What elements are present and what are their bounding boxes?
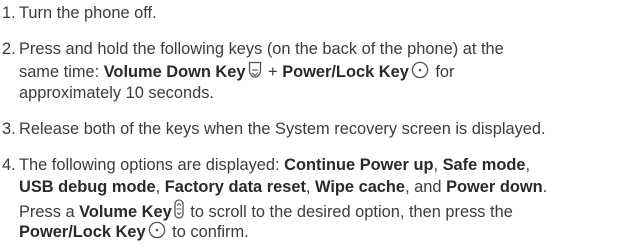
step-text: , and (405, 178, 447, 196)
power-lock-key-icon (411, 61, 429, 79)
step-text-line: Power/Lock Key to confirm. (19, 221, 249, 241)
step-text-line: Press a Volume Key to scroll to the desi… (19, 199, 513, 221)
volume-key-icon (174, 199, 184, 219)
step-text: same time: (19, 63, 104, 81)
step-text: , (155, 178, 165, 196)
step-text: Turn the phone off. (19, 4, 157, 22)
step-text: to scroll to the desired option, then pr… (185, 203, 513, 221)
option-label: Safe mode (442, 156, 526, 174)
step-number: 4. (2, 156, 16, 174)
step-text: , (433, 156, 443, 174)
step-text-line: Press and hold the following keys (on th… (19, 40, 504, 58)
step-number: 3. (2, 120, 16, 138)
step-text: + (263, 63, 283, 81)
key-label: Power/Lock Key (19, 223, 146, 241)
key-label: Power/Lock Key (282, 63, 409, 81)
option-label: Power down (446, 178, 543, 196)
option-label: Factory data reset (164, 178, 306, 196)
option-label: USB debug mode (19, 178, 156, 196)
key-label: Volume Down Key (103, 63, 246, 81)
step-text: , (305, 178, 316, 196)
step-number: 1. (2, 4, 16, 22)
key-label: Volume Key (79, 203, 172, 221)
step-text-line: The following options are displayed: Con… (19, 155, 530, 175)
step-text-line: USB debug mode, Factory data reset, Wipe… (19, 177, 547, 197)
power-lock-key-icon (148, 221, 166, 239)
step-text-line: approximately 10 seconds. (19, 84, 214, 102)
instruction-list: 1. Turn the phone off. 2. Press and hold… (0, 0, 638, 250)
step-text: The following options are displayed: (19, 156, 285, 174)
step-text: . (542, 178, 548, 196)
option-label: Continue Power up (284, 156, 434, 174)
step-text: to confirm. (167, 223, 249, 241)
volume-down-key-icon (248, 61, 262, 79)
step-text-line: same time: Volume Down Key + Power/Lock … (19, 61, 455, 81)
step-number: 2. (2, 40, 16, 58)
step-text: Press a (19, 203, 80, 221)
option-label: Wipe cache (315, 178, 406, 196)
step-text: , (525, 156, 531, 174)
step-text: Release both of the keys when the System… (19, 120, 546, 138)
step-text: for (430, 63, 455, 81)
